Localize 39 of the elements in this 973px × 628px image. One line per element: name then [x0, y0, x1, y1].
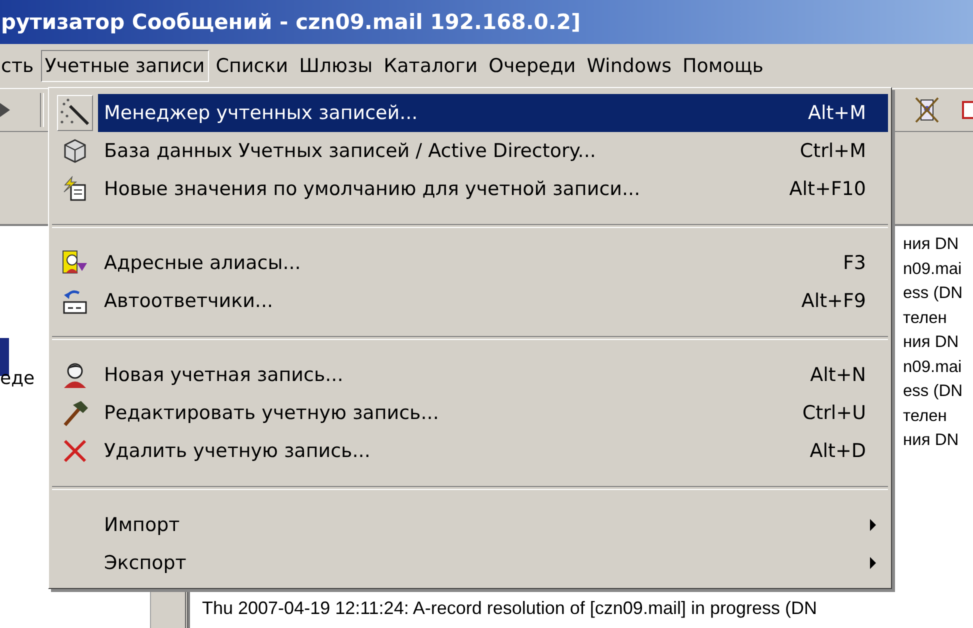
person-icon [61, 361, 89, 389]
delete-icon [62, 438, 88, 464]
crossed-document-icon[interactable] [915, 97, 939, 123]
menu-item[interactable]: Редактировать учетную запись... Ctrl+U [52, 394, 888, 432]
log-line: ния DN [903, 332, 960, 353]
submenu-arrow-icon [868, 556, 878, 570]
window-title: рутизатор Сообщений - czn09.mail 192.168.0.2] [0, 10, 581, 34]
log-line: n09.mai [903, 356, 963, 378]
menu-item[interactable]: Автоответчики... Alt+F9 [52, 282, 888, 320]
menu-bar-item[interactable]: Учетные записи [40, 50, 209, 82]
hammer-icon [61, 399, 89, 427]
log-line: n09.mai [903, 258, 963, 280]
menu-bar-item[interactable]: Помощь [678, 50, 768, 82]
menu-item[interactable]: Удалить учетную запись... Alt+D [52, 432, 888, 470]
menu-item[interactable]: Новые значения по умолчанию для учетной записи... Alt+F10 [52, 170, 888, 208]
menu-bar-item[interactable]: Списки [212, 50, 292, 82]
menu-item[interactable]: Экспорт [52, 544, 888, 582]
log-line: ess (DN [903, 381, 964, 402]
menu-bar-item[interactable]: сть [0, 50, 38, 82]
menu-item[interactable]: База данных Учетных записей / Active Directory... Ctrl+M [52, 132, 888, 170]
menu-bar-item[interactable]: Шлюзы [295, 50, 377, 82]
log-line: ния DN [903, 430, 960, 451]
menu-bar-item[interactable]: Каталоги [380, 50, 482, 82]
submenu-arrow-icon [868, 518, 878, 532]
menu-bar-item[interactable]: Очереди [484, 50, 580, 82]
menu-item[interactable]: Адресные алиасы... F3 [52, 244, 888, 282]
document-lightning-icon [62, 176, 88, 202]
side-panel-text: еде [0, 368, 35, 389]
toolbar-icon[interactable] [961, 99, 973, 121]
cube-icon [62, 138, 88, 164]
log-line: Thu 2007-04-19 12:11:24: A-record resolution of [czn09.mail] in progress (DN [201, 596, 818, 620]
menu-bar-item[interactable]: Windows [582, 50, 676, 82]
menu-item[interactable]: Новая учетная запись... Alt+N [52, 356, 888, 394]
log-line: ess (DN [903, 283, 964, 304]
log-line: телен [903, 308, 948, 328]
log-line: ния DN [903, 234, 960, 255]
log-line: телен [903, 406, 948, 426]
magic-wand-icon [57, 95, 93, 131]
menu-item[interactable]: Импорт [52, 506, 888, 544]
